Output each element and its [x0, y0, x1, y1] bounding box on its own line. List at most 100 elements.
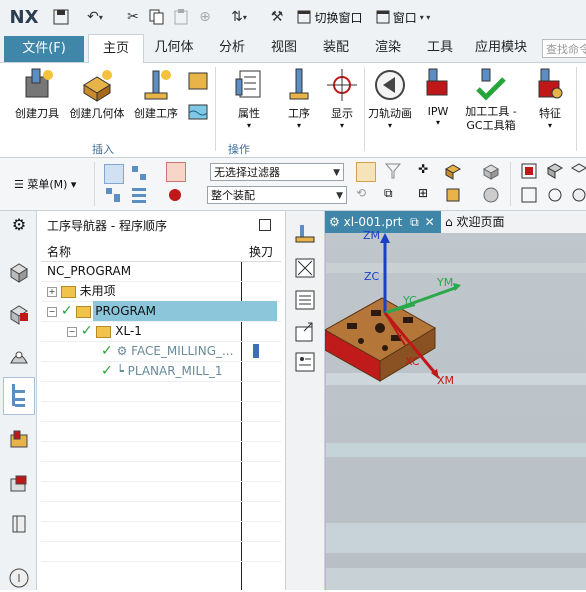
- restore-panel-icon[interactable]: [259, 219, 271, 231]
- select-icon[interactable]: ⇅ ▾: [224, 7, 254, 27]
- tab-file[interactable]: 文件(F): [4, 36, 84, 62]
- point-snap-icon[interactable]: ✜: [418, 162, 436, 180]
- close-icon[interactable]: ✕: [425, 215, 435, 229]
- machine-tool-view-icon[interactable]: [130, 164, 148, 182]
- history-icon[interactable]: [8, 513, 30, 535]
- view-frame-icon[interactable]: [520, 162, 538, 180]
- properties-button[interactable]: 属性 ▾: [226, 67, 272, 130]
- tab-part-file[interactable]: ⚙ xl-001.prt ⧉ ✕: [325, 211, 441, 233]
- more-view-icon[interactable]: [570, 162, 586, 180]
- ribbon-separator: [576, 67, 577, 151]
- tab-view[interactable]: 视图: [262, 34, 306, 62]
- create-operation-button[interactable]: 创建工序: [130, 67, 182, 121]
- ribbon: 创建刀具 创建几何体 创建工序 插入 属性 ▾ 工序 ▾ 显示 ▾ 操作 刀轨动画 ▾ …: [0, 63, 586, 158]
- more-view-2-icon[interactable]: [570, 186, 586, 204]
- tab-analysis[interactable]: 分析: [210, 34, 254, 62]
- assembly-scope-dropdown[interactable]: 整个装配 ▼: [207, 186, 347, 204]
- report-icon[interactable]: [294, 351, 316, 373]
- tab-home[interactable]: 主页: [88, 34, 144, 63]
- tab-tools[interactable]: 工具: [418, 34, 462, 62]
- assembly-navigator-icon[interactable]: [8, 261, 30, 283]
- generate-tool-path-icon[interactable]: [166, 162, 186, 182]
- paste-icon[interactable]: [172, 7, 190, 27]
- operation-navigator-tab[interactable]: [3, 377, 35, 415]
- part-navigator-icon[interactable]: [8, 345, 30, 367]
- display-object-icon[interactable]: [294, 223, 316, 245]
- body-select-icon[interactable]: [444, 162, 462, 180]
- repeat-icon[interactable]: ⊕: [196, 7, 214, 27]
- verify-icon[interactable]: [166, 186, 184, 204]
- render-style-icon[interactable]: [444, 186, 462, 204]
- tool-change-icon: [253, 344, 259, 358]
- system-materials-icon[interactable]: [8, 567, 30, 589]
- menu-button[interactable]: ☰ 菜单(M) ▾: [14, 176, 76, 192]
- planar-mill-op-icon: ┕: [116, 364, 124, 378]
- tab-render[interactable]: 渲染: [366, 34, 410, 62]
- method-view-icon[interactable]: [130, 186, 148, 204]
- check-icon: ✓: [80, 323, 93, 339]
- tab-geometry[interactable]: 几何体: [148, 34, 200, 62]
- graphics-window[interactable]: ZM ZC YC YM XC XM: [325, 229, 586, 590]
- collapse-icon[interactable]: −: [47, 306, 57, 317]
- operation-button[interactable]: 工序 ▾: [278, 67, 320, 130]
- part-file-icon: ⚙: [329, 215, 340, 229]
- create-tool-button[interactable]: 创建刀具: [12, 67, 62, 121]
- properties-label: 属性: [238, 107, 260, 120]
- ipw-button[interactable]: IPW ▾: [420, 67, 456, 127]
- geometry-view-icon[interactable]: [104, 186, 122, 204]
- collapse-icon[interactable]: −: [67, 326, 77, 337]
- copy-icon[interactable]: [148, 7, 166, 27]
- window-menu-button[interactable]: 窗口 ▾ ▾: [368, 7, 438, 27]
- tab-welcome[interactable]: ⌂ 欢迎页面: [445, 211, 565, 233]
- solid-icon[interactable]: [482, 162, 500, 180]
- list-icon[interactable]: [294, 289, 316, 311]
- selection-filter-dropdown[interactable]: 无选择过滤器 ▼: [210, 163, 344, 181]
- cube-view-icon[interactable]: [546, 162, 564, 180]
- tab-assembly[interactable]: 装配: [314, 34, 358, 62]
- mini-tools[interactable]: [186, 69, 212, 125]
- undo-icon[interactable]: ↶ ▾: [80, 7, 110, 27]
- zoom-icon[interactable]: [520, 186, 538, 204]
- expand-icon[interactable]: +: [47, 286, 57, 297]
- tree-row-unused[interactable]: + 未用项: [47, 281, 116, 301]
- tree-row-xl-1[interactable]: − ✓ XL-1: [67, 321, 142, 341]
- constraint-navigator-icon[interactable]: [8, 303, 30, 325]
- command-search-input[interactable]: 查找命令: [542, 39, 586, 58]
- workpiece-icon[interactable]: ⊞: [418, 186, 436, 204]
- tool-path-animation-button[interactable]: 刀轨动画 ▾: [366, 67, 414, 130]
- tree-row-face-milling[interactable]: ✓ ⚙ FACE_MILLING_...: [101, 341, 233, 361]
- gc-toolbox-button[interactable]: 加工工具 - GC工具箱: [460, 67, 522, 133]
- display-button[interactable]: 显示 ▾: [322, 67, 362, 130]
- tree-row-program[interactable]: − ✓ PROGRAM: [47, 301, 156, 321]
- settings-gear-icon[interactable]: ⚙: [8, 215, 30, 237]
- reuse-library-icon[interactable]: [8, 473, 30, 495]
- column-tool-change[interactable]: 换刀: [249, 243, 273, 260]
- tool-icon[interactable]: ⚒: [268, 7, 286, 27]
- cut-icon[interactable]: ✂: [124, 7, 142, 27]
- rotate-icon[interactable]: ⟲: [356, 186, 374, 204]
- model-view: [325, 233, 586, 590]
- create-operation-label: 创建工序: [134, 107, 178, 120]
- switch-window-button[interactable]: 切换窗口: [294, 7, 366, 27]
- export-icon[interactable]: [294, 321, 316, 343]
- column-name[interactable]: 名称: [47, 243, 71, 260]
- row-label: NC_PROGRAM: [47, 264, 132, 278]
- navigator-header: 名称 换刀: [41, 241, 281, 262]
- feature-button[interactable]: 特征 ▾: [530, 67, 570, 130]
- row-label: FACE_MILLING_...: [131, 344, 234, 358]
- popout-icon[interactable]: ⧉: [410, 215, 419, 229]
- fit-icon[interactable]: [546, 186, 564, 204]
- shaded-icon[interactable]: [482, 186, 500, 204]
- save-icon[interactable]: [52, 7, 70, 27]
- close-x-icon[interactable]: [294, 257, 316, 279]
- tree-row-nc-program[interactable]: NC_PROGRAM: [47, 261, 131, 281]
- machine-tool-navigator-icon[interactable]: [8, 429, 30, 451]
- filter-icon[interactable]: [384, 162, 402, 180]
- create-geometry-button[interactable]: 创建几何体: [66, 67, 128, 121]
- play-reverse-icon: [373, 67, 407, 103]
- snap-icon[interactable]: [356, 162, 376, 182]
- view-orient-icon[interactable]: ⧉: [384, 186, 402, 204]
- tab-applications[interactable]: 应用模块: [470, 34, 532, 62]
- tree-row-planar-mill[interactable]: ✓ ┕ PLANAR_MILL_1: [101, 361, 222, 381]
- program-order-view-icon[interactable]: [104, 164, 124, 184]
